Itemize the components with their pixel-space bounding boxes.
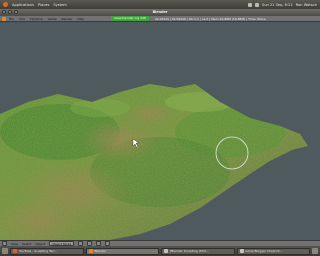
- select-menu[interactable]: Select: [22, 242, 31, 246]
- task-youtube[interactable]: YouTube - Sculpting Terr...: [10, 247, 84, 255]
- places-menu[interactable]: Places: [38, 3, 49, 7]
- blender-icon[interactable]: [2, 16, 6, 21]
- 3d-viewport[interactable]: [0, 22, 320, 240]
- task-label: [Blender Sculpting (SCU...: [170, 248, 209, 253]
- task-label: YouTube - Sculpting Terr...: [19, 248, 58, 253]
- firefox-icon: [13, 249, 17, 253]
- trash-icon[interactable]: [312, 248, 318, 254]
- view-menu[interactable]: View: [11, 242, 18, 246]
- blender-url-badge: www.blender.org 248: [111, 16, 149, 21]
- network-icon[interactable]: [247, 2, 252, 7]
- system-menu[interactable]: System: [53, 3, 66, 7]
- ubuntu-logo-icon[interactable]: [3, 2, 8, 7]
- task-folder[interactable]: [Blender Sculpting (SCU...: [161, 247, 235, 255]
- task-gimp[interactable]: Gimp Blogger Cliverick...: [236, 247, 310, 255]
- menu-render[interactable]: Render: [62, 17, 73, 21]
- user-name[interactable]: Ron Watson: [296, 3, 317, 7]
- volume-icon[interactable]: [254, 2, 259, 7]
- window-title: Blender: [0, 9, 320, 16]
- task-label: Blender: [94, 248, 107, 253]
- menu-timeline[interactable]: Timeline: [30, 17, 43, 21]
- top-panel: Applications Places System Sun 21 Sep, 6…: [0, 0, 320, 9]
- menu-file[interactable]: File: [9, 17, 14, 21]
- close-window-button[interactable]: [2, 10, 6, 14]
- scene-stats: Ve:28225 | Fa:56448 | Ob:1-1 | La:0 | Me…: [154, 16, 266, 21]
- menu-game[interactable]: Game: [48, 17, 57, 21]
- blender-icon: [88, 249, 93, 253]
- menu-help[interactable]: Help: [77, 17, 84, 21]
- maximize-window-button[interactable]: [14, 10, 18, 14]
- applications-menu[interactable]: Applications: [12, 3, 34, 7]
- gimp-icon: [239, 249, 244, 253]
- minimize-window-button[interactable]: [8, 10, 12, 14]
- show-desktop-icon[interactable]: [2, 248, 8, 254]
- clock[interactable]: Sun 21 Sep, 6:21: [262, 3, 293, 7]
- window-controls: [2, 10, 18, 14]
- object-menu[interactable]: Object: [35, 242, 45, 246]
- terrain-render: [0, 84, 308, 240]
- taskbar: YouTube - Sculpting Terr... Blender [Ble…: [0, 246, 320, 256]
- task-label: Gimp Blogger Cliverick...: [245, 248, 283, 253]
- task-blender[interactable]: Blender: [85, 247, 159, 255]
- menu-add[interactable]: Add: [19, 17, 25, 21]
- folder-icon: [164, 249, 168, 253]
